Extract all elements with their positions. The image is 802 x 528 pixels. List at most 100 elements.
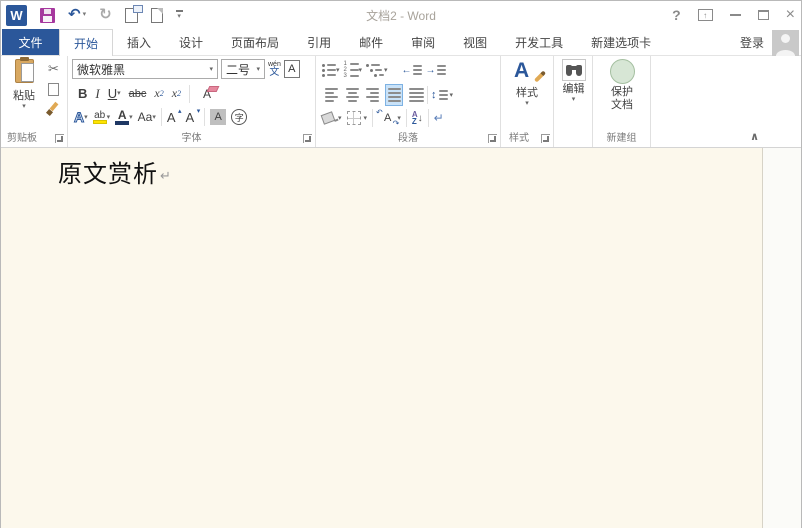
line-spacing-button[interactable]: ↕ ▾: [431, 89, 453, 101]
copy-button[interactable]: [48, 83, 59, 96]
styles-dialog-launcher[interactable]: [541, 134, 550, 143]
redo-button[interactable]: ↻: [99, 8, 112, 22]
change-case-caret-icon[interactable]: ▾: [152, 114, 156, 121]
maximize-button[interactable]: [758, 10, 769, 20]
show-hide-marks-button[interactable]: ↵: [434, 111, 444, 125]
document-line[interactable]: 原文赏析 ↵: [58, 154, 171, 189]
cut-button[interactable]: ✂: [48, 61, 59, 77]
superscript-button[interactable]: x2: [172, 86, 181, 101]
format-painter-button[interactable]: [46, 102, 61, 117]
clear-formatting-button[interactable]: A: [198, 86, 216, 102]
borders-caret-icon[interactable]: ▾: [364, 115, 368, 122]
save-button[interactable]: [40, 8, 55, 23]
format-painter-brush-icon: [46, 102, 61, 117]
text-effects-button[interactable]: A ▾: [74, 109, 88, 125]
sign-in-link[interactable]: 登录: [740, 34, 764, 51]
editing-group: 编辑 ▾: [554, 56, 593, 147]
tab-design[interactable]: 设计: [165, 29, 217, 55]
tab-mailings[interactable]: 邮件: [345, 29, 397, 55]
chevron-down-icon: ▾: [177, 13, 181, 21]
help-button[interactable]: ?: [672, 7, 681, 23]
bullets-button[interactable]: ▾: [322, 64, 340, 77]
styles-button[interactable]: A 样式 ▾: [506, 59, 548, 127]
font-size-caret-icon[interactable]: ▾: [253, 66, 260, 73]
customize-qat-button[interactable]: ▾: [176, 10, 183, 21]
new-document-button[interactable]: [151, 8, 163, 23]
multilevel-caret-icon[interactable]: ▾: [384, 67, 388, 74]
font-color-button[interactable]: A ▾: [115, 110, 133, 125]
minimize-button[interactable]: [730, 14, 741, 16]
font-size-combobox[interactable]: 二号 ▾: [221, 59, 265, 79]
line-spacing-caret-icon[interactable]: ▾: [450, 92, 454, 99]
collapse-ribbon-button[interactable]: ∧: [750, 130, 759, 143]
tab-view[interactable]: 视图: [449, 29, 501, 55]
paint-bucket-icon: [321, 111, 336, 125]
numbering-button[interactable]: 1 2 3 ▾: [344, 62, 363, 78]
underline-caret-icon[interactable]: ▾: [117, 90, 121, 97]
styles-caret-icon[interactable]: ▾: [525, 100, 529, 107]
protect-document-button[interactable]: 保护 文档: [601, 59, 643, 129]
font-name-caret-icon[interactable]: ▾: [206, 66, 213, 73]
italic-button[interactable]: I: [95, 86, 99, 102]
align-right-button[interactable]: [364, 84, 382, 106]
align-center-button[interactable]: [343, 84, 361, 106]
distribute-button[interactable]: [406, 84, 424, 106]
document-heading-text[interactable]: 原文赏析: [58, 154, 158, 189]
decrease-indent-button[interactable]: ←: [402, 65, 422, 76]
font-name-combobox[interactable]: 微软雅黑 ▾: [72, 59, 218, 79]
bullets-caret-icon[interactable]: ▾: [336, 67, 340, 74]
title-bar: W ↶ ▾ ↻ ▾ 文档2 - Word: [1, 1, 801, 29]
character-border-button[interactable]: A: [284, 60, 300, 78]
justify-button[interactable]: [385, 84, 403, 106]
borders-button[interactable]: ▾: [347, 111, 368, 125]
asian-layout-button[interactable]: ↶ A ↷ ▾: [378, 112, 401, 124]
text-effects-icon: A: [74, 109, 84, 125]
open-in-window-button[interactable]: [125, 8, 138, 23]
binoculars-icon: [566, 65, 582, 76]
close-button[interactable]: ×: [786, 8, 795, 22]
sort-button[interactable]: A Z ↓: [412, 111, 423, 125]
word-logo-icon[interactable]: W: [6, 5, 27, 26]
tab-developer[interactable]: 开发工具: [501, 29, 577, 55]
editing-caret-icon[interactable]: ▾: [572, 96, 576, 103]
highlight-caret-icon[interactable]: ▾: [107, 114, 111, 121]
numbering-caret-icon[interactable]: ▾: [359, 67, 363, 74]
tab-file[interactable]: 文件: [2, 29, 59, 55]
tab-page-layout[interactable]: 页面布局: [217, 29, 293, 55]
user-avatar[interactable]: [772, 30, 799, 56]
enclose-characters-button[interactable]: 字: [231, 109, 247, 125]
tab-review[interactable]: 审阅: [397, 29, 449, 55]
paste-dropdown-caret-icon[interactable]: ▾: [22, 103, 26, 110]
font-color-caret-icon[interactable]: ▾: [129, 114, 133, 121]
align-left-button[interactable]: [322, 84, 340, 106]
paste-button[interactable]: 粘贴 ▾: [4, 59, 44, 127]
tab-home[interactable]: 开始: [59, 29, 113, 56]
text-effects-caret-icon[interactable]: ▾: [84, 114, 88, 121]
align-left-icon: [323, 85, 339, 105]
multilevel-list-button[interactable]: ▾: [366, 64, 388, 77]
shrink-font-button[interactable]: A▾: [186, 110, 200, 125]
phonetic-guide-button[interactable]: wén 文: [268, 61, 281, 78]
change-case-button[interactable]: Aa ▾: [138, 110, 156, 124]
strikethrough-button[interactable]: abc: [129, 88, 147, 100]
editing-button[interactable]: 编辑 ▾: [557, 59, 590, 127]
undo-button[interactable]: ↶ ▾: [68, 8, 86, 22]
increase-indent-button[interactable]: →: [426, 65, 446, 76]
vertical-scrollbar[interactable]: [762, 148, 801, 528]
character-shading-button[interactable]: A: [210, 109, 226, 125]
font-dialog-launcher[interactable]: [303, 134, 312, 143]
bold-button[interactable]: B: [78, 86, 87, 101]
underline-button[interactable]: U ▾: [108, 86, 121, 101]
tab-insert[interactable]: 插入: [113, 29, 165, 55]
clipboard-dialog-launcher[interactable]: [55, 134, 64, 143]
shading-button[interactable]: ▾: [322, 113, 342, 123]
subscript-button[interactable]: x2: [154, 86, 163, 101]
highlight-button[interactable]: ab ▾: [93, 111, 111, 124]
tab-new-custom[interactable]: 新建选项卡: [577, 29, 665, 55]
tab-references[interactable]: 引用: [293, 29, 345, 55]
paragraph-dialog-launcher[interactable]: [488, 134, 497, 143]
grow-font-button[interactable]: A▴: [167, 110, 181, 125]
document-area[interactable]: 原文赏析 ↵: [1, 148, 801, 528]
undo-dropdown-caret-icon[interactable]: ▾: [83, 11, 87, 19]
ribbon-display-options-button[interactable]: ↑: [698, 9, 713, 21]
